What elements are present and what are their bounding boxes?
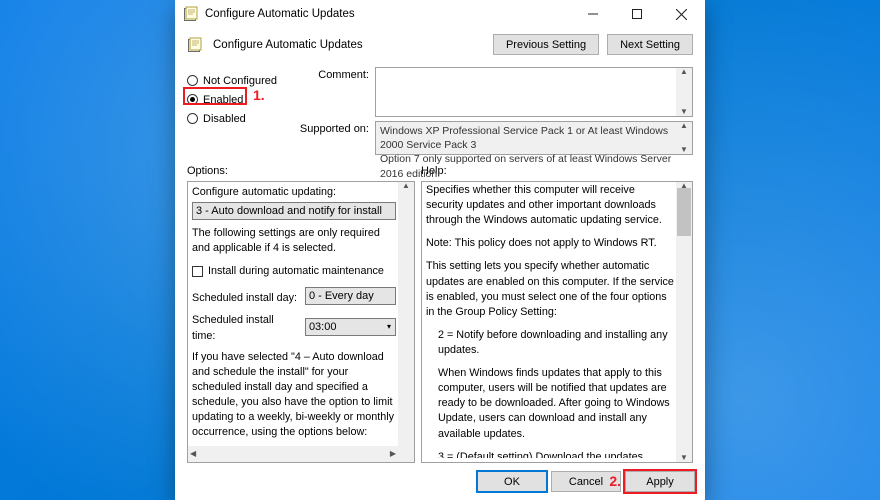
- policy-title: Configure Automatic Updates: [211, 39, 485, 51]
- chevron-left-icon: ◀: [190, 450, 196, 458]
- annotation-box-2: [623, 469, 697, 494]
- help-p4: 2 = Notify before downloading and instal…: [426, 328, 674, 358]
- chevron-up-icon: ▲: [680, 68, 688, 76]
- next-setting-button[interactable]: Next Setting: [607, 34, 693, 55]
- annotation-box-1: [183, 87, 247, 105]
- comment-textarea[interactable]: ▲ ▼: [375, 67, 693, 117]
- help-p5: When Windows finds updates that apply to…: [426, 366, 674, 442]
- chevron-down-icon: ▼: [680, 454, 688, 462]
- supported-on-field: Windows XP Professional Service Pack 1 o…: [375, 121, 693, 155]
- help-p6: 3 = (Default setting) Download the updat…: [426, 450, 674, 458]
- scrollbar-h[interactable]: ◀ ▶: [188, 446, 414, 462]
- help-p2: Note: This policy does not apply to Wind…: [426, 236, 674, 251]
- titlebar: Configure Automatic Updates: [175, 0, 705, 28]
- close-button[interactable]: [659, 0, 703, 28]
- header-row: Configure Automatic Updates Previous Set…: [187, 34, 693, 55]
- gpo-dialog: Configure Automatic Updates Configure Au…: [175, 0, 705, 500]
- supported-label: Supported on:: [287, 121, 369, 155]
- radio-disabled[interactable]: Disabled: [187, 109, 287, 128]
- day-label: Scheduled install day:: [192, 291, 299, 306]
- maximize-button[interactable]: [615, 0, 659, 28]
- day-select[interactable]: 0 - Every day: [305, 287, 396, 305]
- install-maintenance-checkbox[interactable]: Install during automatic maintenance: [192, 264, 396, 279]
- time-select[interactable]: 03:00 ▾: [305, 318, 396, 336]
- options-note: The following settings are only required…: [192, 226, 396, 256]
- help-pane: Specifies whether this computer will rec…: [421, 181, 693, 463]
- window-title: Configure Automatic Updates: [205, 8, 571, 20]
- scrollbar-v[interactable]: ▲ ▼: [676, 182, 692, 462]
- help-p3: This setting lets you specify whether au…: [426, 259, 674, 319]
- help-p1: Specifies whether this computer will rec…: [426, 183, 674, 228]
- annotation-2-label: 2.: [609, 473, 621, 489]
- policy-icon: [183, 6, 199, 22]
- state-and-fields: Not Configured Enabled Disabled 1. Comme…: [187, 67, 693, 155]
- scrollbar-thumb[interactable]: [677, 188, 691, 236]
- annotation-1-label: 1.: [253, 87, 265, 103]
- comment-label: Comment:: [287, 67, 369, 117]
- radio-icon: [187, 113, 198, 124]
- minimize-button[interactable]: [571, 0, 615, 28]
- chevron-down-icon: ▾: [387, 321, 391, 332]
- chevron-right-icon: ▶: [390, 450, 396, 458]
- policy-icon: [187, 37, 203, 53]
- ok-button[interactable]: OK: [477, 471, 547, 492]
- chevron-up-icon: ▲: [680, 122, 688, 130]
- chevron-up-icon: ▲: [402, 182, 410, 190]
- scrollbar-v[interactable]: ▲ ▼: [398, 182, 414, 462]
- state-radio-group: Not Configured Enabled Disabled: [187, 67, 287, 155]
- previous-setting-button[interactable]: Previous Setting: [493, 34, 599, 55]
- time-value: 03:00: [309, 321, 337, 333]
- checkbox-label: Install during automatic maintenance: [208, 264, 384, 279]
- configure-select[interactable]: 3 - Auto download and notify for install: [192, 202, 396, 220]
- radio-label: Not Configured: [203, 75, 277, 87]
- time-label: Scheduled install time:: [192, 313, 299, 343]
- scrollbar-v[interactable]: ▲ ▼: [676, 122, 692, 154]
- options-pane: Configure automatic updating: 3 - Auto d…: [187, 181, 415, 463]
- chevron-down-icon: ▼: [680, 108, 688, 116]
- configure-label: Configure automatic updating:: [192, 185, 396, 200]
- checkbox-icon: [192, 266, 203, 277]
- radio-icon: [187, 75, 198, 86]
- chevron-down-icon: ▼: [680, 146, 688, 154]
- limit-text: If you have selected "4 – Auto download …: [192, 350, 396, 441]
- radio-label: Disabled: [203, 113, 246, 125]
- scrollbar-v[interactable]: ▲ ▼: [676, 68, 692, 116]
- dialog-buttons: OK Cancel Apply 2.: [175, 463, 705, 500]
